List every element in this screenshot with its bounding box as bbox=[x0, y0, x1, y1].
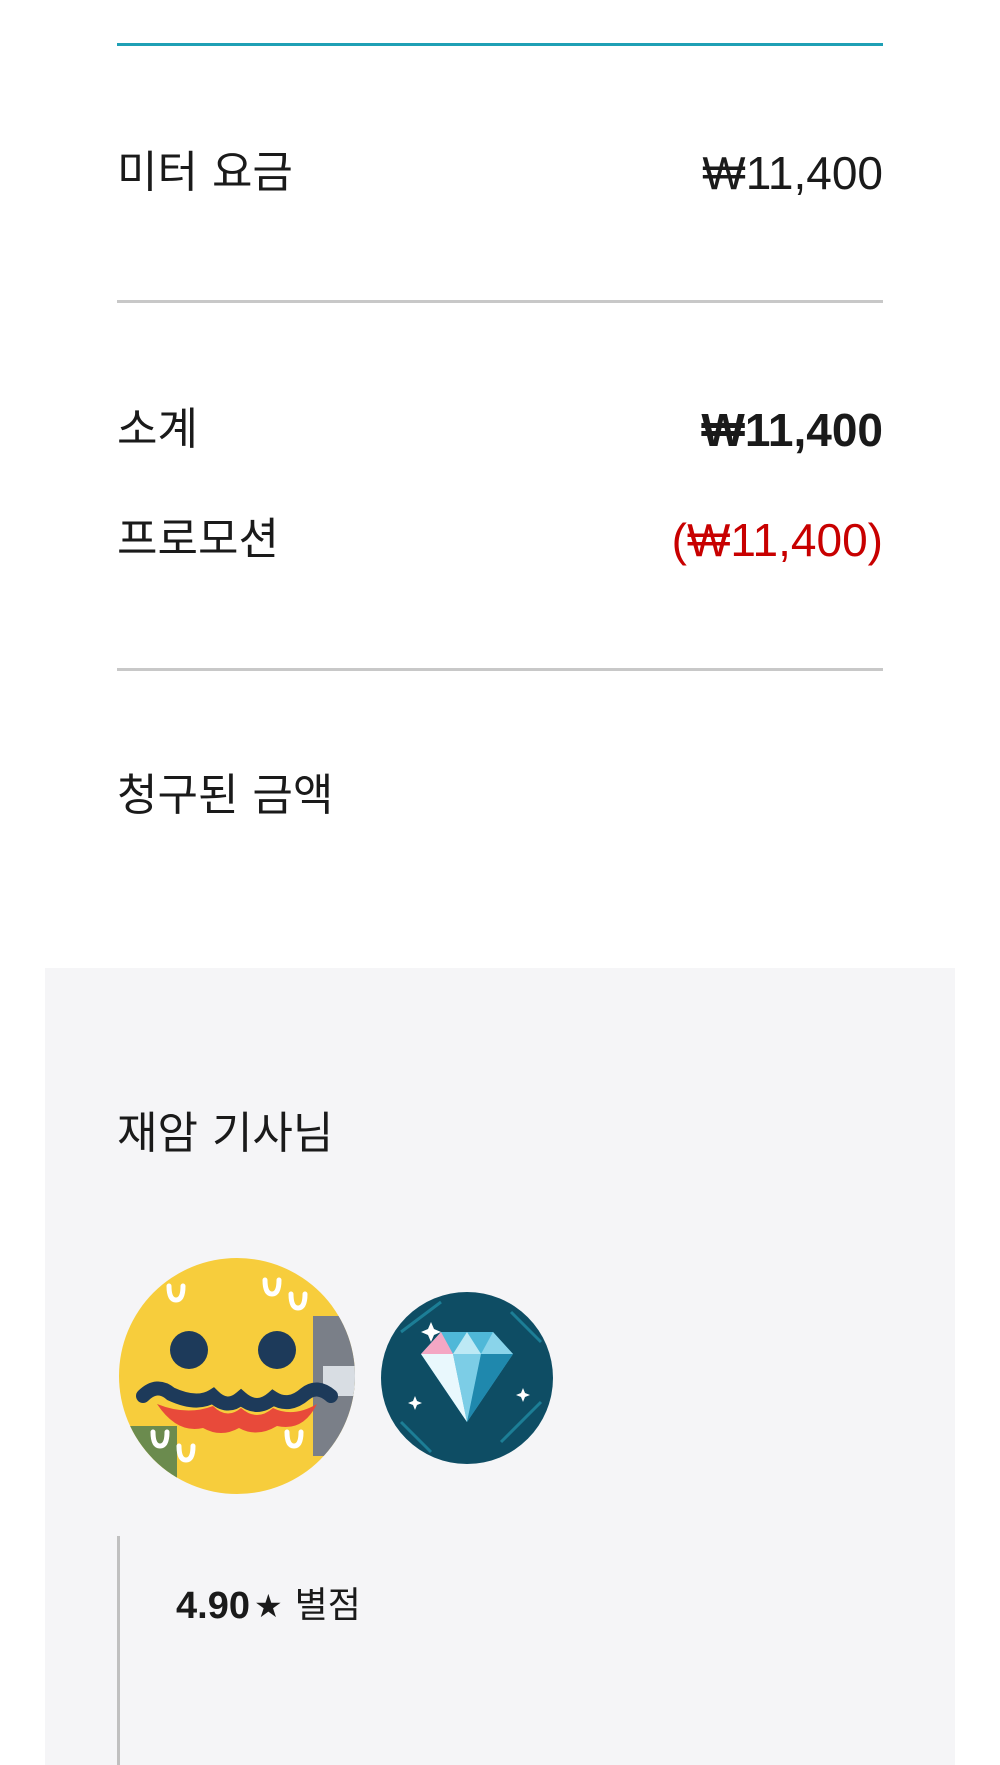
meter-fare-amount: ₩11,400 bbox=[702, 147, 883, 199]
promotion-label: 프로모션 bbox=[117, 514, 279, 565]
diamond-badge-icon[interactable] bbox=[381, 1292, 553, 1464]
promotion-row: 프로모션 (₩11,400) bbox=[117, 510, 883, 570]
rating-label: 별점 bbox=[294, 1585, 361, 1626]
charged-amount-label: 청구된 금액 bbox=[117, 770, 334, 821]
subtotal-row: 소계 ₩11,400 bbox=[117, 400, 883, 460]
promotion-amount: (₩11,400) bbox=[671, 514, 883, 566]
divider bbox=[117, 668, 883, 671]
star-icon: ★ bbox=[253, 1587, 283, 1625]
driver-panel: 재암 기사님 4.90 ★ 별점 bbox=[45, 968, 955, 1765]
driver-name: 재암 기사님 bbox=[117, 1108, 334, 1159]
subtotal-label: 소계 bbox=[117, 404, 198, 455]
driver-rating: 4.90 ★ 별점 bbox=[176, 1584, 361, 1628]
subtotal-amount: ₩11,400 bbox=[701, 404, 883, 456]
rating-block: 4.90 ★ 별점 bbox=[117, 1536, 958, 1765]
divider bbox=[117, 300, 883, 303]
meter-fare-label: 미터 요금 bbox=[117, 147, 293, 198]
top-divider bbox=[117, 43, 883, 46]
rating-value: 4.90 bbox=[176, 1585, 250, 1627]
meter-fare-row: 미터 요금 ₩11,400 bbox=[117, 143, 883, 203]
smiley-face-avatar-icon[interactable] bbox=[117, 1256, 357, 1496]
